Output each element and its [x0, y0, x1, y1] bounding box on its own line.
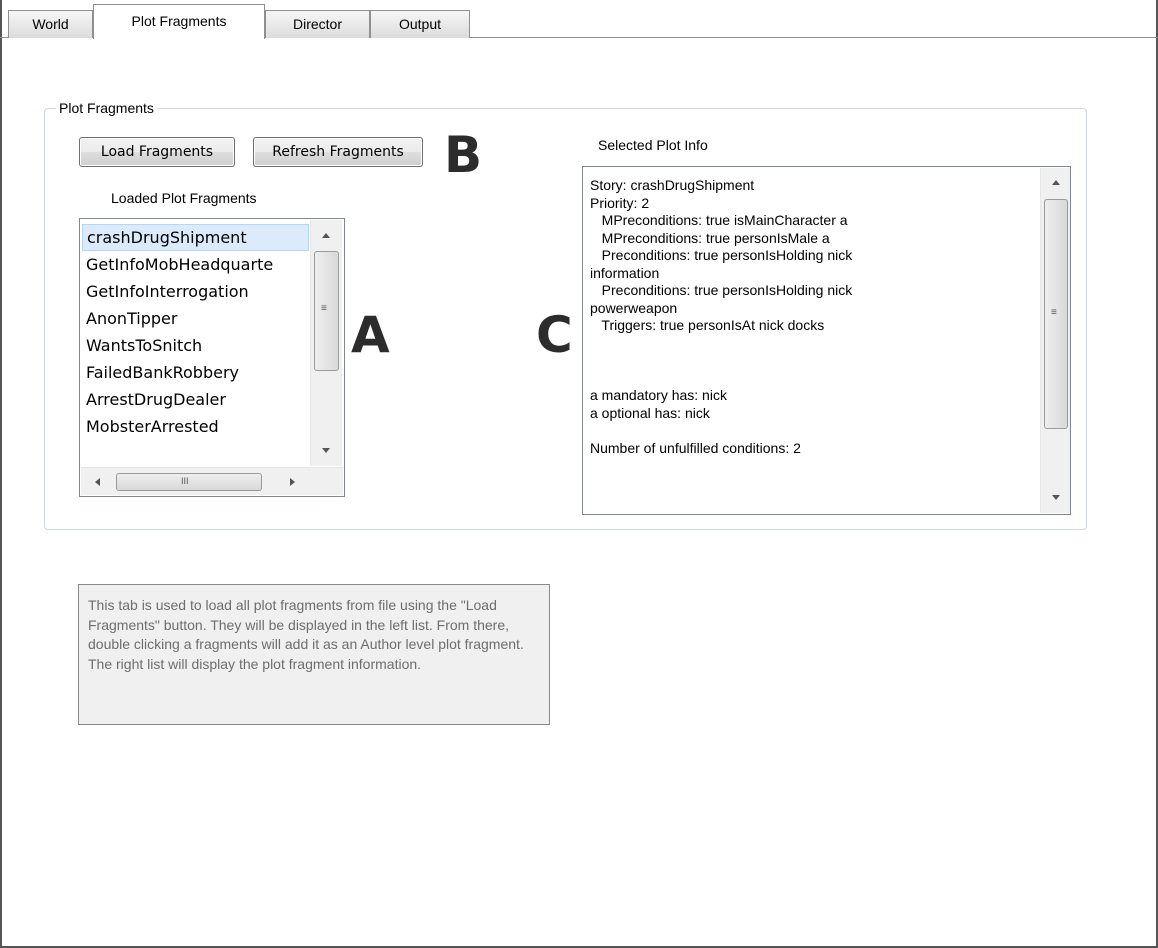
list-horizontal-thumb[interactable]: III [116, 473, 262, 491]
list-item[interactable]: GetInfoMobHeadquarte [82, 251, 309, 278]
tab-director[interactable]: Director [265, 10, 370, 38]
selected-plot-info-box[interactable]: Story: crashDrugShipment Priority: 2 MPre… [582, 166, 1071, 515]
info-vertical-scrollbar[interactable]: ≡ [1040, 168, 1070, 513]
load-fragments-button[interactable]: Load Fragments [79, 137, 235, 167]
info-line [590, 422, 1040, 440]
group-title: Plot Fragments [56, 100, 157, 116]
info-line: MPreconditions: true personIsMale a [590, 229, 830, 246]
grip-horizontal-icon: III [181, 476, 189, 486]
info-grip-icon: ≡ [1051, 307, 1057, 318]
list-horizontal-scrollbar[interactable]: III [81, 467, 343, 495]
list-item[interactable]: AnonTipper [82, 305, 309, 332]
annotation-c: C [536, 306, 573, 364]
info-line [590, 370, 1040, 388]
info-line: information [590, 264, 660, 281]
help-text-box: This tab is used to load all plot fragme… [78, 584, 550, 725]
loaded-fragments-label: Loaded Plot Fragments [111, 190, 257, 206]
info-line: Preconditions: true personIsHolding nick [590, 247, 853, 263]
selected-plot-info-label: Selected Plot Info [598, 137, 708, 153]
tab-bar: World Plot Fragments Director Output [0, 0, 1158, 39]
list-item[interactable]: MobsterArrested [82, 413, 309, 440]
list-item[interactable]: GetInfoInterrogation [82, 278, 309, 305]
info-line: Priority: 2 [590, 194, 650, 211]
info-scroll-up-arrow-icon[interactable] [1052, 180, 1060, 185]
list-item[interactable]: FailedBankRobbery [82, 359, 309, 386]
info-line [590, 335, 1040, 353]
annotation-b: B [444, 126, 483, 184]
info-line: Preconditions: true personIsHolding nick [590, 282, 853, 298]
grip-icon: ≡ [321, 303, 327, 314]
fragment-items: crashDrugShipment GetInfoMobHeadquarte Get… [82, 224, 309, 440]
tab-output[interactable]: Output [370, 10, 470, 38]
scroll-left-arrow-icon[interactable] [95, 478, 100, 486]
info-line: Story: crashDrugShipment [590, 177, 755, 193]
info-line: a optional has: nick [590, 404, 710, 421]
tab-world[interactable]: World [8, 10, 93, 38]
info-scroll-down-arrow-icon[interactable] [1052, 495, 1060, 500]
info-line: a mandatory has: nick [590, 387, 727, 403]
scroll-right-arrow-icon[interactable] [290, 478, 295, 486]
tab-plot-fragments[interactable]: Plot Fragments [93, 4, 265, 39]
scroll-up-arrow-icon[interactable] [322, 233, 330, 238]
list-item[interactable]: crashDrugShipment [82, 224, 309, 251]
loaded-fragments-list[interactable]: crashDrugShipment GetInfoMobHeadquarte Get… [79, 218, 345, 497]
plot-info-lines: Story: crashDrugShipment Priority: 2 MPre… [590, 177, 1040, 457]
info-line: Number of unfulfilled conditions: 2 [590, 439, 801, 456]
info-line: MPreconditions: true isMainCharacter a [590, 212, 848, 228]
refresh-fragments-button[interactable]: Refresh Fragments [253, 137, 423, 167]
list-item[interactable]: WantsToSnitch [82, 332, 309, 359]
annotation-a: A [351, 306, 390, 364]
info-line [590, 352, 1040, 370]
list-vertical-thumb[interactable]: ≡ [314, 251, 339, 371]
list-vertical-scrollbar[interactable]: ≡ [310, 220, 342, 466]
info-line: Triggers: true personIsAt nick docks [590, 317, 825, 333]
info-vertical-thumb[interactable]: ≡ [1044, 199, 1068, 429]
list-item[interactable]: ArrestDrugDealer [82, 386, 309, 413]
info-line: powerweapon [590, 299, 678, 316]
scroll-down-arrow-icon[interactable] [322, 448, 330, 453]
